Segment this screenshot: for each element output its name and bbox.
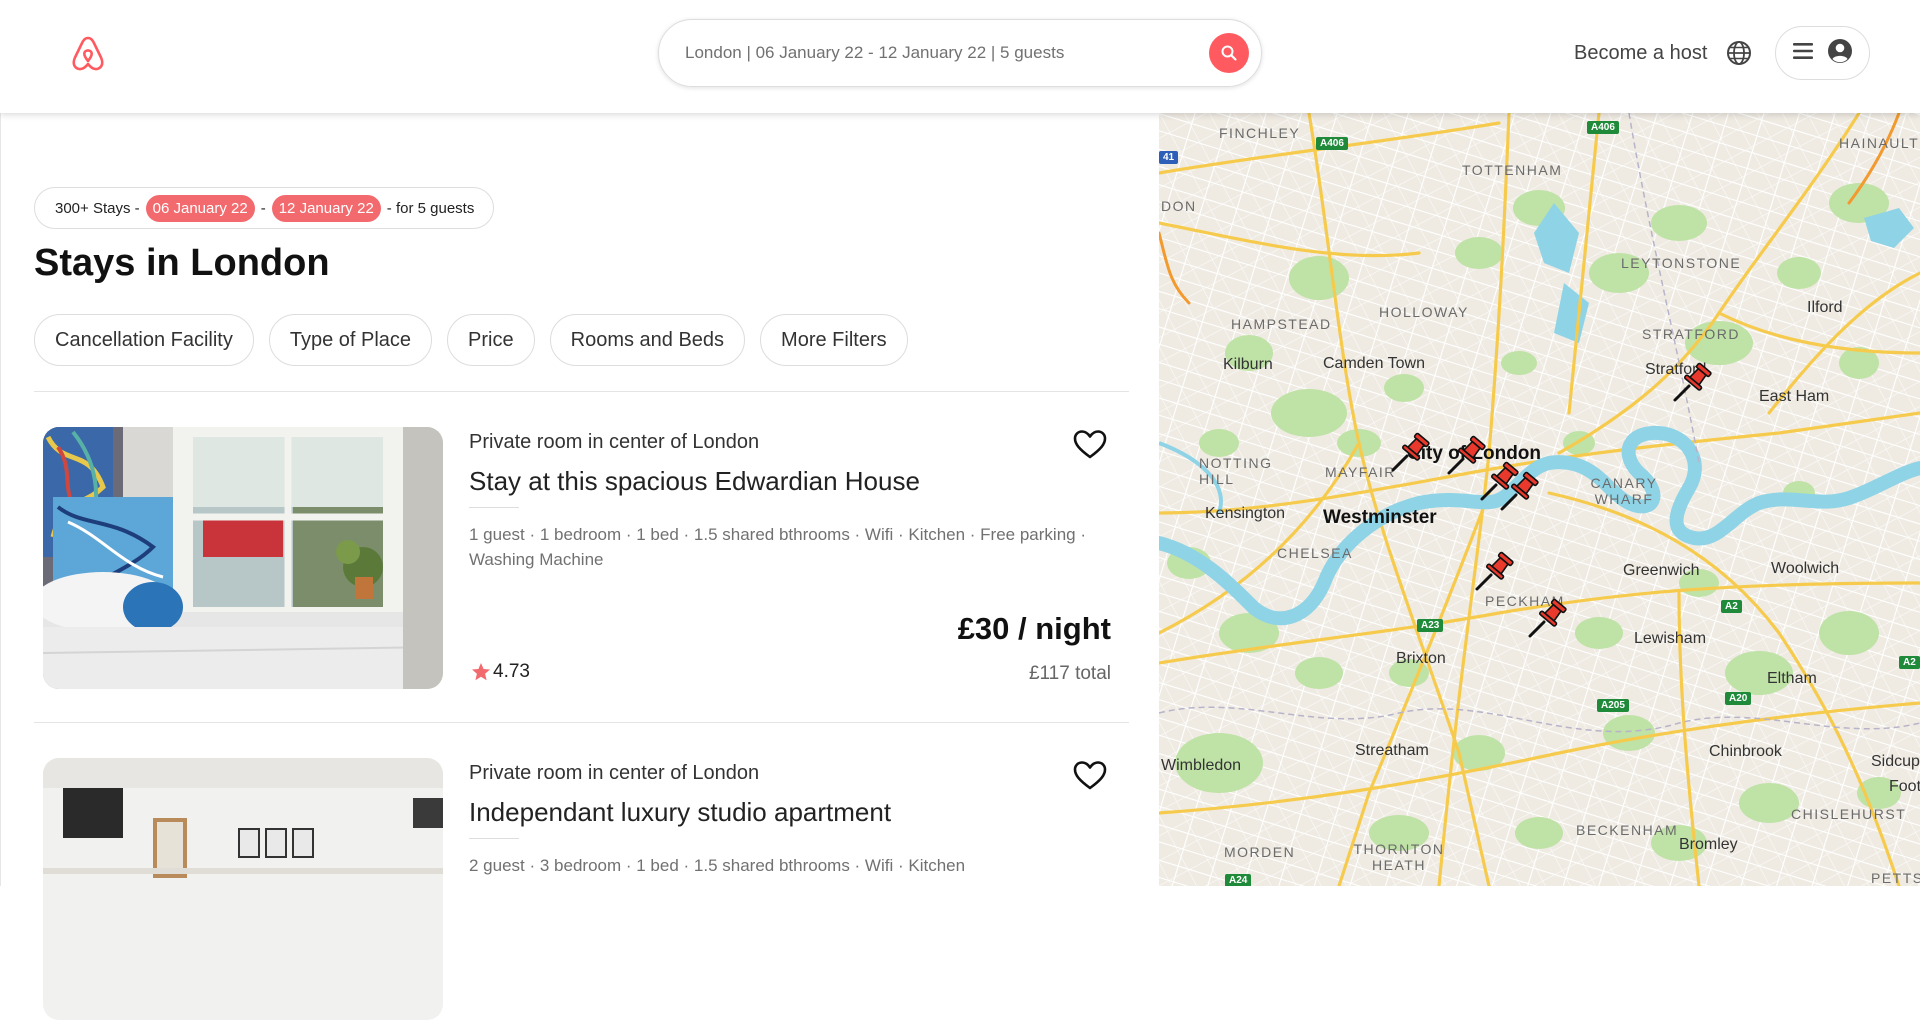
map-label-stratford-area: STRATFORD [1642, 326, 1741, 342]
hamburger-menu-icon [1792, 41, 1814, 66]
end-date-badge: 12 January 22 [271, 194, 381, 222]
map-label-ilford: Ilford [1807, 299, 1843, 316]
map-pin-icon[interactable] [1387, 430, 1433, 476]
road-shield: A2 [1721, 600, 1742, 613]
map-label-east-ham: East Ham [1759, 388, 1830, 405]
map-label-bromley: Bromley [1679, 836, 1738, 853]
map-label-canary-wharf: CANARY WHARF [1590, 475, 1658, 507]
map-label-finchley: FINCHLEY [1219, 125, 1301, 141]
map-label-camden-town: Camden Town [1323, 355, 1425, 372]
map-label-lewisham: Lewisham [1634, 630, 1707, 647]
rating-value: 4.73 [493, 661, 530, 682]
search-summary-pill: 300+ Stays - 06 January 22 - 12 January … [34, 187, 495, 229]
map-label-tottenham: TOTTENHAM [1462, 162, 1563, 178]
map-label-chinbrook: Chinbrook [1709, 743, 1782, 760]
map-label-kilburn: Kilburn [1223, 356, 1273, 373]
map-label-westminster: Westminster [1323, 507, 1437, 528]
map-label-notting-hill: NOTTING HILL [1199, 455, 1273, 487]
start-date-badge: 06 January 22 [145, 194, 255, 222]
road-shield: 41 [1159, 151, 1179, 164]
road-shield: A406 [1587, 121, 1619, 134]
listing-total-price: £117 total [1028, 663, 1111, 684]
listing-card[interactable]: Private room in center of London Indepen… [43, 758, 1119, 1020]
map-label-petts: PETTS [1871, 870, 1920, 886]
road-shield: A20 [1725, 692, 1752, 705]
listing-title[interactable]: Independant luxury studio apartment [469, 797, 891, 828]
map-label-thornton-heath: THORNTON HEATH [1353, 841, 1445, 873]
road-shield: A205 [1597, 699, 1629, 712]
price-filter-button[interactable]: Price [447, 314, 535, 366]
heart-icon[interactable] [1073, 760, 1107, 792]
stays-count-text: 300+ Stays - [55, 199, 140, 217]
divider [469, 507, 519, 508]
map-label-woolwich: Woolwich [1771, 560, 1840, 577]
road-shield: A406 [1316, 137, 1348, 150]
map-label-hampstead: HAMPSTEAD [1231, 316, 1332, 332]
rooms-beds-filter-button[interactable]: Rooms and Beds [549, 314, 746, 366]
listing-photo[interactable] [43, 758, 443, 1020]
more-filters-button[interactable]: More Filters [760, 314, 908, 366]
date-separator: - [260, 199, 266, 217]
london-map[interactable]: FINCHLEY TOTTENHAM HAINAULT LEYTONSTONE … [1159, 113, 1920, 886]
airbnb-logo-icon[interactable] [68, 34, 108, 74]
listing-subtitle: Private room in center of London [469, 762, 760, 784]
listing-card[interactable]: Private room in center of London Stay at… [43, 427, 1119, 689]
road-shield: A24 [1225, 874, 1252, 886]
map-label-wimbledon: Wimbledon [1161, 757, 1242, 774]
search-input[interactable]: London | 06 January 22 - 12 January 22 |… [659, 43, 1209, 63]
map-label-brixton: Brixton [1396, 650, 1446, 667]
map-pin-icon[interactable] [1524, 596, 1570, 642]
listing-photo[interactable] [43, 427, 443, 689]
listing-title[interactable]: Stay at this spacious Edwardian House [469, 466, 920, 497]
cancellation-filter-button[interactable]: Cancellation Facility [34, 314, 254, 366]
map-label-holloway: HOLLOWAY [1379, 304, 1469, 320]
map-label-chelsea: CHELSEA [1277, 545, 1353, 561]
heart-icon[interactable] [1073, 429, 1107, 461]
divider [34, 722, 1129, 723]
user-avatar-icon [1827, 38, 1853, 69]
map-label-foot: Foot [1889, 778, 1920, 795]
map-label-don: DON [1161, 198, 1197, 214]
map-label-beckenham: BECKENHAM [1576, 822, 1679, 838]
map-label-hainault: HAINAULT [1839, 135, 1920, 151]
top-header: London | 06 January 22 - 12 January 22 |… [0, 0, 1920, 113]
globe-icon[interactable] [1726, 40, 1752, 66]
map-pin-icon[interactable] [1496, 469, 1542, 515]
listing-amenities: 1 guest · 1 bedroom · 1 bed · 1.5 shared… [469, 525, 1086, 569]
map-label-leytonstone: LEYTONSTONE [1621, 255, 1742, 271]
divider [469, 838, 519, 839]
type-of-place-filter-button[interactable]: Type of Place [268, 314, 433, 366]
page-title: Stays in London [34, 242, 330, 284]
star-icon [472, 663, 490, 681]
divider [34, 391, 1129, 392]
search-icon [1221, 45, 1237, 61]
listing-amenities: 2 guest · 3 bedroom · 1 bed · 1.5 shared… [469, 856, 966, 875]
road-shield: A23 [1417, 619, 1444, 632]
map-label-streatham: Streatham [1355, 742, 1429, 759]
listing-rating: 4.73 [471, 661, 530, 683]
map-pin-icon[interactable] [1669, 360, 1715, 406]
user-menu-button[interactable] [1775, 26, 1870, 80]
map-label-mayfair: MAYFAIR [1325, 464, 1396, 480]
map-pin-icon[interactable] [1471, 549, 1517, 595]
search-button[interactable] [1209, 33, 1249, 73]
map-label-greenwich: Greenwich [1623, 562, 1700, 579]
guests-text: - for 5 guests [386, 199, 475, 217]
become-host-link[interactable]: Become a host [1574, 42, 1707, 65]
map-label-kensington: Kensington [1205, 505, 1286, 522]
results-panel: 300+ Stays - 06 January 22 - 12 January … [0, 113, 1158, 1020]
search-bar[interactable]: London | 06 January 22 - 12 January 22 |… [658, 19, 1262, 87]
road-shield: A2 [1899, 656, 1920, 669]
map-label-morden: MORDEN [1224, 844, 1296, 860]
map-label-sidcup: Sidcup [1871, 753, 1920, 770]
filter-bar: Cancellation Facility Type of Place Pric… [34, 314, 908, 366]
listing-price: £30 / night [957, 611, 1111, 646]
listing-subtitle: Private room in center of London [469, 431, 760, 453]
map-label-chislehurst: CHISLEHURST [1791, 806, 1907, 822]
map-label-eltham: Eltham [1767, 670, 1817, 687]
